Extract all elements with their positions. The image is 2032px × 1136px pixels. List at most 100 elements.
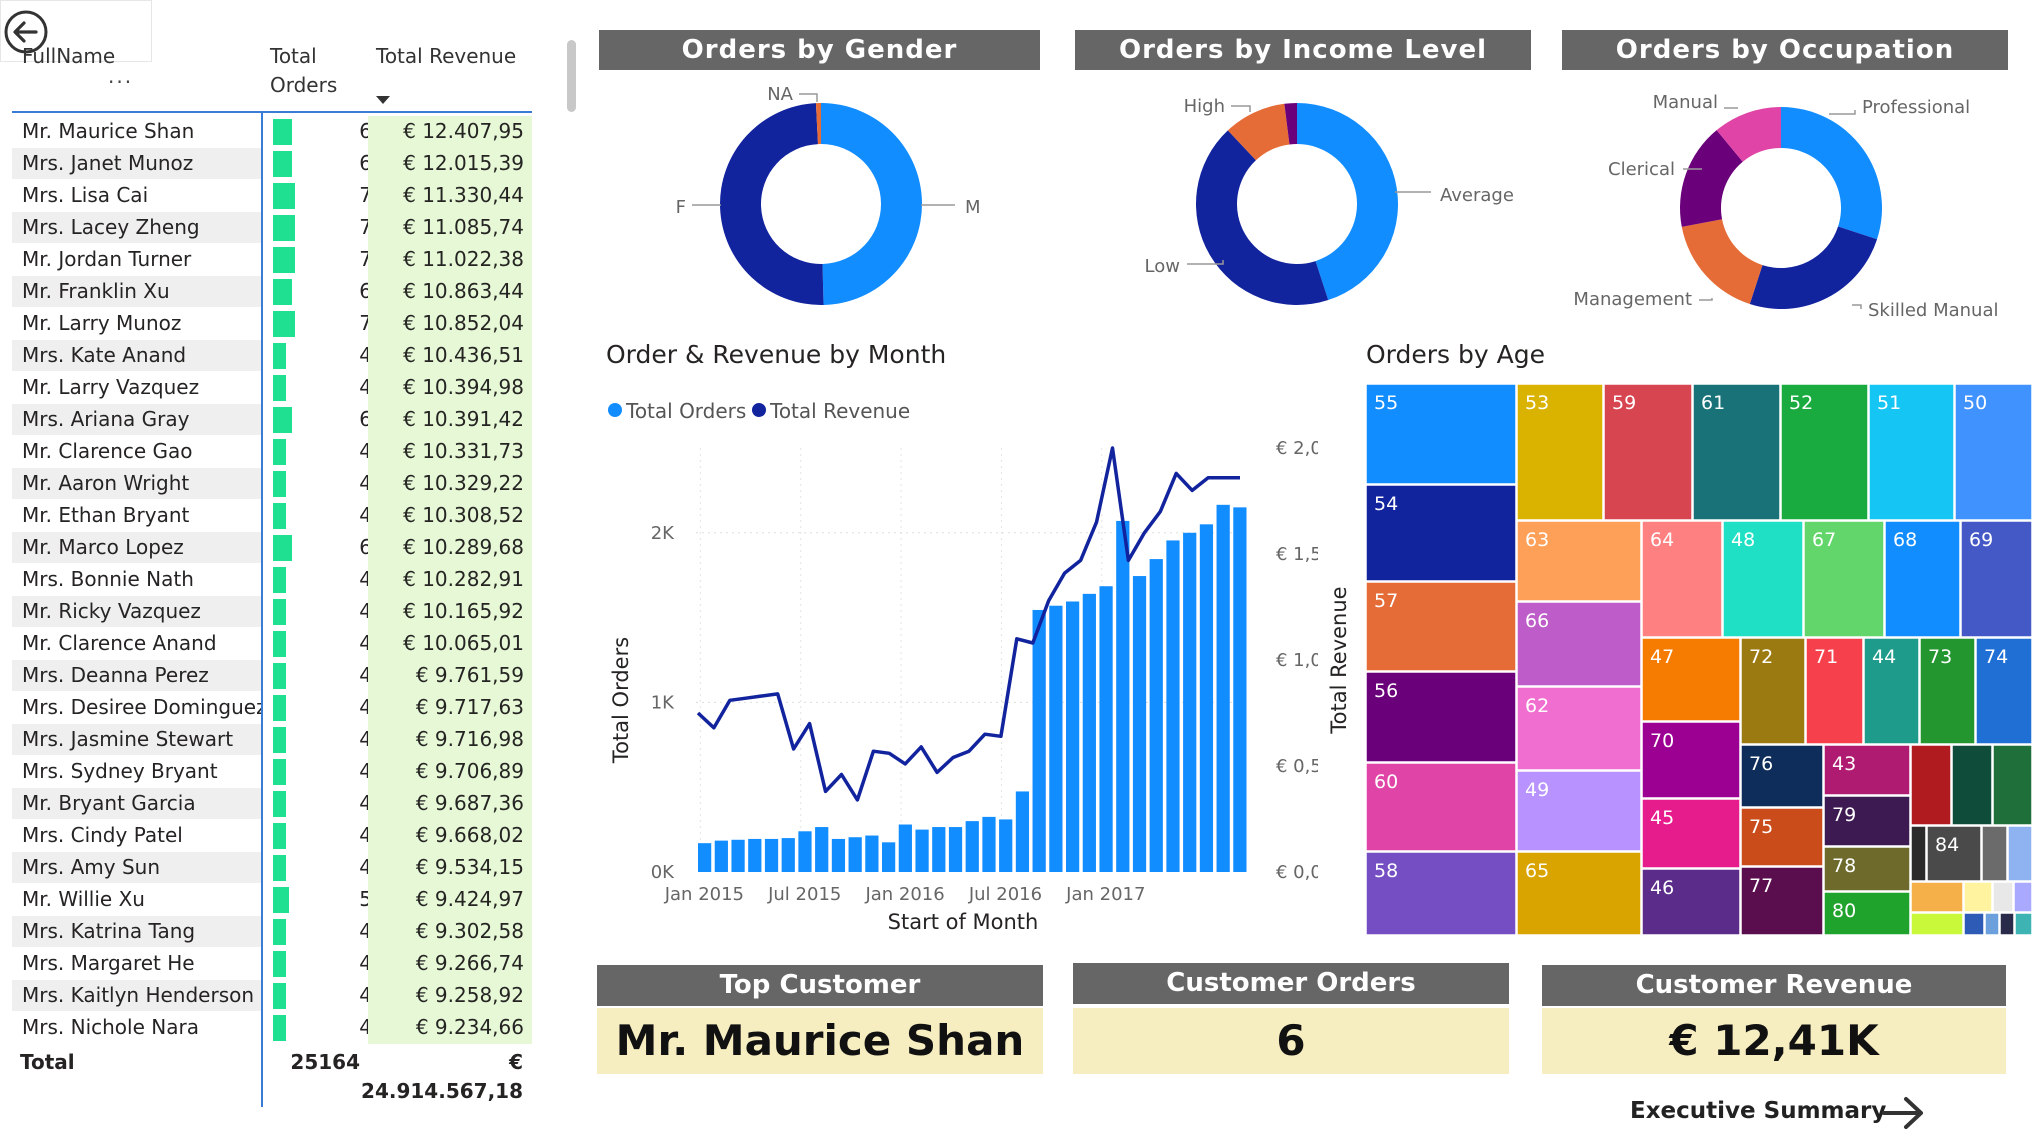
age-tile-label: 66 [1525, 610, 1549, 632]
table-row[interactable]: Mrs. Lacey Zheng 7 € 11.085,74 [12, 212, 532, 244]
orders-bar[interactable] [1066, 601, 1080, 872]
table-row[interactable]: Mrs. Kate Anand 4 € 10.436,51 [12, 340, 532, 372]
donut-slice[interactable] [1781, 107, 1882, 240]
age-tile[interactable] [1992, 881, 2014, 913]
orders-bar[interactable] [1183, 532, 1197, 872]
orders-bar[interactable] [898, 824, 912, 872]
orders-bar[interactable] [1132, 576, 1147, 872]
sort-descending-icon[interactable] [376, 96, 390, 104]
table-row[interactable]: Mrs. Katrina Tang 4 € 9.302,58 [12, 916, 532, 948]
age-tile[interactable] [1984, 912, 2000, 935]
table-row[interactable]: Mrs. Jasmine Stewart 4 € 9.716,98 [12, 724, 532, 756]
column-header-total-orders[interactable]: Total Orders [270, 42, 360, 100]
age-tile[interactable] [1910, 744, 1952, 826]
age-tile[interactable] [1910, 881, 1964, 913]
table-row[interactable]: Mr. Franklin Xu 6 € 10.863,44 [12, 276, 532, 308]
orders-bar[interactable] [698, 843, 712, 872]
orders-bar[interactable] [1216, 504, 1230, 872]
table-row[interactable]: Mr. Larry Munoz 7 € 10.852,04 [12, 308, 532, 340]
orders-bar[interactable] [999, 819, 1013, 872]
orders-bar[interactable] [882, 842, 896, 872]
order-revenue-chart[interactable]: Order & Revenue by Month Total Orders To… [598, 340, 1318, 940]
donut-slice[interactable] [1749, 226, 1878, 309]
orders-bar[interactable] [965, 821, 979, 872]
age-tile[interactable] [1963, 912, 1985, 935]
donut-slice[interactable] [720, 103, 824, 305]
column-header-total-revenue[interactable]: Total Revenue [376, 42, 516, 71]
age-tile[interactable] [1963, 881, 1993, 913]
table-row[interactable]: Mr. Marco Lopez 6 € 10.289,68 [12, 532, 532, 564]
orders-bar[interactable] [1199, 524, 1214, 872]
age-tile[interactable] [1981, 825, 2008, 882]
orders-bar[interactable] [932, 827, 946, 872]
table-row[interactable]: Mrs. Desiree Dominguez 4 € 9.717,63 [12, 692, 532, 724]
orders-bar[interactable] [848, 837, 862, 872]
age-tile[interactable] [1999, 912, 2015, 935]
table-row[interactable]: Mrs. Sydney Bryant 4 € 9.706,89 [12, 756, 532, 788]
orders-bars[interactable] [698, 504, 1247, 872]
age-tile[interactable] [1910, 825, 1927, 882]
orders-bar[interactable] [714, 840, 728, 872]
orders-bar[interactable] [1049, 605, 1063, 872]
table-row[interactable]: Mr. Jordan Turner 7 € 11.022,38 [12, 244, 532, 276]
orders-bar[interactable] [831, 838, 846, 872]
table-row[interactable]: Mrs. Ariana Gray 6 € 10.391,42 [12, 404, 532, 436]
table-row[interactable]: Mr. Aaron Wright 4 € 10.329,22 [12, 468, 532, 500]
table-row[interactable]: Mrs. Deanna Perez 4 € 9.761,59 [12, 660, 532, 692]
orders-bar[interactable] [1149, 559, 1163, 872]
orders-bar[interactable] [1233, 507, 1247, 872]
orders-bar[interactable] [1166, 540, 1180, 872]
orders-bar[interactable] [915, 829, 929, 872]
table-row[interactable]: Mr. Bryant Garcia 4 € 9.687,36 [12, 788, 532, 820]
table-row[interactable]: Mr. Maurice Shan 6 € 12.407,95 [12, 116, 532, 148]
table-row[interactable]: Mrs. Nichole Nara 4 € 9.234,66 [12, 1012, 532, 1044]
table-row[interactable]: Mrs. Bonnie Nath 4 € 10.282,91 [12, 564, 532, 596]
donut-slice[interactable] [1681, 219, 1763, 305]
orders-bar[interactable] [1116, 520, 1130, 872]
orders-bar[interactable] [748, 838, 762, 872]
orders-bar[interactable] [982, 816, 996, 872]
orders-bar[interactable] [1015, 791, 1030, 872]
orders-bar[interactable] [865, 835, 879, 872]
table-scrollbar[interactable] [567, 40, 576, 112]
donut-slice[interactable] [821, 103, 922, 305]
table-row[interactable]: Mrs. Lisa Cai 7 € 11.330,44 [12, 180, 532, 212]
table-row[interactable]: Mrs. Kaitlyn Henderson 4 € 9.258,92 [12, 980, 532, 1012]
table-row[interactable]: Mr. Ricky Vazquez 4 € 10.165,92 [12, 596, 532, 628]
age-tile[interactable] [1910, 912, 1964, 935]
chart-legend[interactable]: Total Orders Total Revenue [608, 399, 910, 423]
orders-bar[interactable] [731, 839, 745, 872]
orders-bar[interactable] [1082, 593, 1096, 872]
age-tile[interactable] [2013, 881, 2032, 913]
orders-bar[interactable] [798, 831, 812, 872]
table-row[interactable]: Mr. Clarence Gao 4 € 10.331,73 [12, 436, 532, 468]
income-donut-chart[interactable]: Average Low High [1075, 72, 1531, 322]
orders-bar[interactable] [815, 827, 829, 872]
table-row[interactable]: Mrs. Cindy Patel 4 € 9.668,02 [12, 820, 532, 852]
gender-donut-chart[interactable]: M F NA [599, 72, 1040, 322]
age-tile[interactable] [2014, 912, 2032, 935]
table-row[interactable]: Mrs. Amy Sun 4 € 9.534,15 [12, 852, 532, 884]
age-treemap-chart[interactable]: Orders by Age 55 53 59 61 52 51 50 54 63 64 48 67 68… [1366, 340, 2032, 935]
age-tile[interactable] [2007, 825, 2032, 882]
table-row[interactable]: Mr. Willie Xu 5 € 9.424,97 [12, 884, 532, 916]
executive-summary-link[interactable]: Executive Summary [1630, 1098, 1886, 1124]
table-row[interactable]: Mrs. Margaret He 4 € 9.266,74 [12, 948, 532, 980]
table-row[interactable]: Mr. Clarence Anand 4 € 10.065,01 [12, 628, 532, 660]
orders-bar[interactable] [948, 827, 963, 872]
column-header-fullname[interactable]: FullName [22, 42, 115, 71]
occupation-donut-chart[interactable]: Professional Skilled Manual Management Cler… [1562, 72, 2008, 322]
orders-bar[interactable] [764, 838, 779, 872]
orders-bar[interactable] [1032, 609, 1046, 872]
table-row[interactable]: Mr. Ethan Bryant 4 € 10.308,52 [12, 500, 532, 532]
table-row[interactable]: Mr. Larry Vazquez 4 € 10.394,98 [12, 372, 532, 404]
age-tile[interactable] [1951, 744, 1993, 826]
age-tile[interactable] [1992, 744, 2032, 826]
orders-bar[interactable] [781, 838, 795, 872]
orders-bar[interactable] [1099, 586, 1113, 872]
arrow-right-icon[interactable] [1880, 1093, 1928, 1133]
customer-orders-value: 6 [1073, 1008, 1509, 1074]
table-row[interactable]: Mrs. Janet Munoz 6 € 12.015,39 [12, 148, 532, 180]
donut-slice[interactable] [1196, 130, 1329, 305]
more-options-icon[interactable]: ··· [108, 70, 133, 94]
